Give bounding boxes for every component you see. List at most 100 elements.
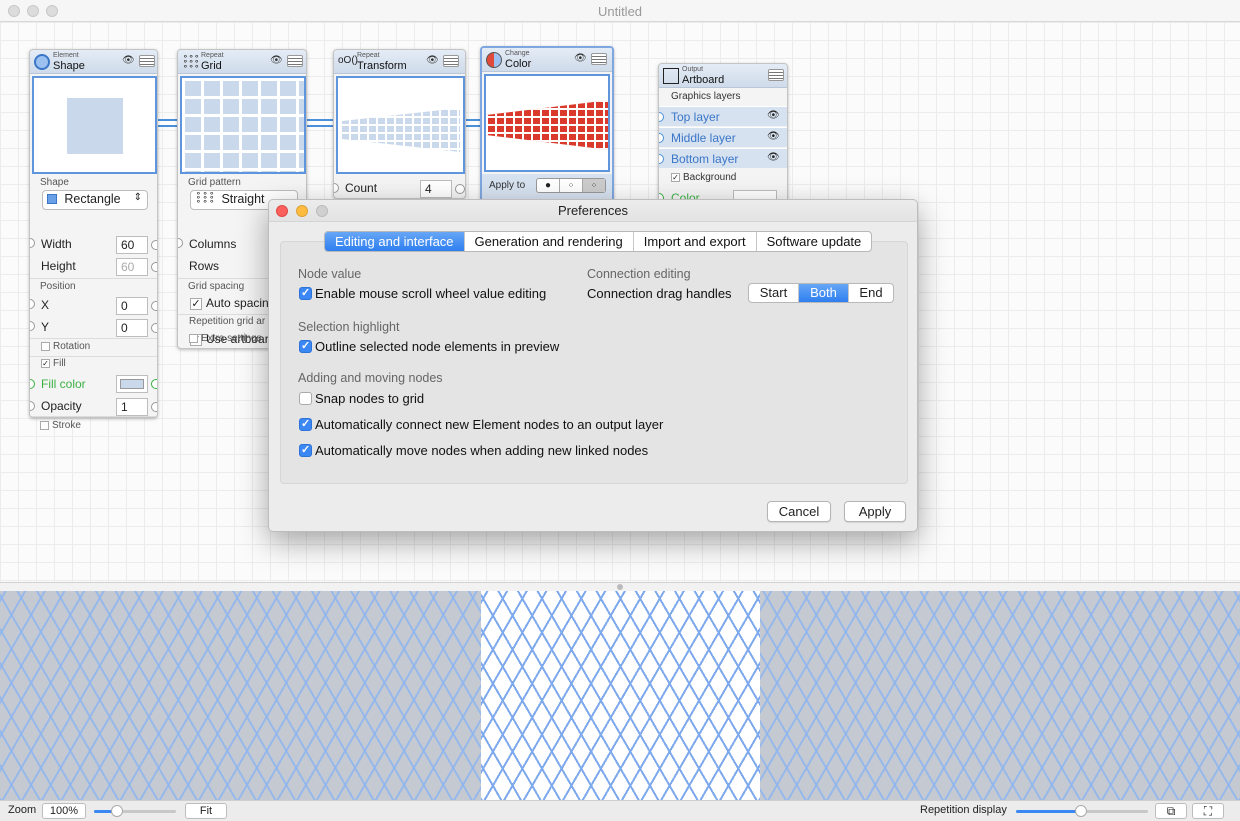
auto-move-checkbox[interactable] bbox=[299, 443, 312, 457]
zoom-slider-knob[interactable] bbox=[111, 805, 123, 817]
tab-software-update[interactable]: Software update bbox=[757, 232, 872, 251]
rotation-label: Rotation bbox=[53, 341, 91, 352]
x-field[interactable]: 0 bbox=[116, 297, 148, 315]
input-port[interactable] bbox=[30, 401, 35, 411]
node-preview bbox=[180, 76, 306, 174]
input-port[interactable] bbox=[659, 154, 664, 164]
layer-row[interactable]: Top layer 👁 bbox=[659, 106, 787, 126]
menu-icon[interactable] bbox=[139, 55, 155, 67]
repetition-display-label: Repetition display bbox=[920, 804, 1007, 816]
output-port[interactable] bbox=[151, 379, 157, 389]
input-port[interactable] bbox=[659, 133, 664, 143]
node-name: Transform bbox=[357, 60, 407, 72]
tab-generation-rendering[interactable]: Generation and rendering bbox=[465, 232, 634, 251]
rotation-checkbox[interactable] bbox=[41, 342, 50, 351]
minimize-dialog-button[interactable] bbox=[296, 205, 308, 217]
auto-spacing-checkbox[interactable]: ✓ bbox=[190, 298, 202, 310]
tab-editing-interface[interactable]: Editing and interface bbox=[325, 232, 465, 251]
snap-checkbox[interactable] bbox=[299, 392, 312, 405]
fill-color-label: Fill color bbox=[41, 377, 86, 391]
transform-node[interactable]: oO() Repeat Transform 👁 Count 4 bbox=[333, 49, 466, 199]
eye-icon[interactable]: 👁 bbox=[270, 55, 283, 66]
eye-icon[interactable]: 👁 bbox=[767, 110, 780, 121]
close-dialog-button[interactable] bbox=[276, 205, 288, 217]
position-label: Position bbox=[40, 281, 76, 292]
eye-icon[interactable]: 👁 bbox=[767, 152, 780, 163]
eye-icon[interactable]: 👁 bbox=[122, 55, 135, 66]
handle-start-option[interactable]: Start bbox=[749, 284, 799, 302]
cancel-button[interactable]: Cancel bbox=[767, 501, 831, 522]
eye-icon[interactable]: 👁 bbox=[767, 131, 780, 142]
input-port[interactable] bbox=[30, 238, 35, 248]
scroll-edit-checkbox[interactable] bbox=[299, 286, 312, 300]
handle-end-option[interactable]: End bbox=[849, 284, 893, 302]
node-header[interactable]: Output Artboard bbox=[659, 64, 787, 88]
node-preview bbox=[32, 76, 157, 174]
menu-icon[interactable] bbox=[591, 53, 607, 65]
eye-icon[interactable]: 👁 bbox=[574, 53, 587, 64]
fullscreen-icon[interactable]: ⛶ bbox=[1192, 803, 1224, 819]
output-port[interactable] bbox=[151, 301, 157, 311]
output-port[interactable] bbox=[151, 262, 157, 272]
stroke-checkbox[interactable] bbox=[40, 421, 49, 430]
menu-icon[interactable] bbox=[443, 55, 459, 67]
shape-node[interactable]: Element Shape 👁 Shape Rectangle ⇕ Width … bbox=[29, 49, 158, 418]
input-port[interactable] bbox=[30, 321, 35, 331]
layer-row[interactable]: Bottom layer 👁 bbox=[659, 148, 787, 168]
background-checkbox[interactable]: ✓ bbox=[671, 173, 680, 182]
apply-to-segments[interactable]: ● ⁘ ⁘ bbox=[536, 178, 606, 193]
node-preview bbox=[336, 76, 465, 174]
repetition-slider-fill bbox=[1016, 810, 1080, 813]
tab-import-export[interactable]: Import and export bbox=[634, 232, 757, 251]
input-port[interactable] bbox=[30, 299, 35, 309]
color-node[interactable]: Change Color 👁 Apply to ● ⁘ ⁘ bbox=[480, 46, 614, 202]
menu-icon[interactable] bbox=[287, 55, 303, 67]
four-dots-icon[interactable]: ⁘ bbox=[560, 179, 583, 192]
input-port[interactable] bbox=[659, 112, 664, 122]
opacity-field[interactable]: 1 bbox=[116, 398, 148, 416]
node-header[interactable]: ⚬⚬⚬ ⚬⚬⚬ ⚬⚬⚬ Repeat Grid 👁 bbox=[178, 50, 306, 74]
node-header[interactable]: Element Shape 👁 bbox=[30, 50, 157, 74]
node-header[interactable]: oO() Repeat Transform 👁 bbox=[334, 50, 465, 74]
shape-select[interactable]: Rectangle ⇕ bbox=[42, 190, 148, 210]
single-dot-icon[interactable]: ● bbox=[537, 179, 560, 192]
output-preview[interactable] bbox=[0, 582, 1240, 801]
output-port[interactable] bbox=[151, 402, 157, 412]
grid-icon: ⚬⚬⚬ ⚬⚬⚬ ⚬⚬⚬ bbox=[182, 52, 200, 71]
menu-icon[interactable] bbox=[768, 69, 784, 81]
repetition-grid-label: Repetition grid ar bbox=[189, 316, 266, 327]
node-name: Color bbox=[505, 58, 532, 70]
extra-settings-checkbox[interactable] bbox=[189, 334, 198, 343]
output-port[interactable] bbox=[151, 323, 157, 333]
y-field[interactable]: 0 bbox=[116, 319, 148, 337]
output-port[interactable] bbox=[455, 184, 465, 194]
monitor-icon[interactable]: ⧉ bbox=[1155, 803, 1187, 819]
splitter-handle[interactable] bbox=[617, 584, 623, 590]
input-port[interactable] bbox=[30, 379, 35, 389]
node-header[interactable]: Change Color 👁 bbox=[482, 48, 612, 72]
fill-checkbox[interactable]: ✓ bbox=[41, 359, 50, 368]
apply-button[interactable]: Apply bbox=[844, 501, 906, 522]
input-port[interactable] bbox=[178, 238, 183, 248]
handle-both-option[interactable]: Both bbox=[799, 284, 849, 302]
count-field[interactable]: 4 bbox=[420, 180, 452, 198]
output-port[interactable] bbox=[151, 240, 157, 250]
fit-button[interactable]: Fit bbox=[185, 803, 227, 819]
mixed-dots-icon[interactable]: ⁘ bbox=[583, 179, 605, 192]
artboard-node[interactable]: Output Artboard Graphics layers Top laye… bbox=[658, 63, 788, 203]
outline-checkbox[interactable] bbox=[299, 339, 312, 353]
node-value-label: Node value bbox=[298, 267, 362, 281]
graphics-layers-label: Graphics layers bbox=[671, 91, 741, 102]
fill-color-well[interactable] bbox=[116, 375, 148, 393]
auto-connect-checkbox[interactable] bbox=[299, 417, 312, 431]
eye-icon[interactable]: 👁 bbox=[426, 55, 439, 66]
node-type: Repeat bbox=[357, 52, 380, 59]
color-wheel-icon bbox=[486, 52, 502, 68]
layer-row[interactable]: Middle layer 👁 bbox=[659, 127, 787, 147]
input-port[interactable] bbox=[334, 183, 339, 193]
zoom-field[interactable]: 100% bbox=[42, 803, 86, 819]
node-type: Element bbox=[53, 52, 79, 59]
height-field[interactable]: 60 bbox=[116, 258, 148, 276]
width-field[interactable]: 60 bbox=[116, 236, 148, 254]
repetition-slider-knob[interactable] bbox=[1075, 805, 1087, 817]
